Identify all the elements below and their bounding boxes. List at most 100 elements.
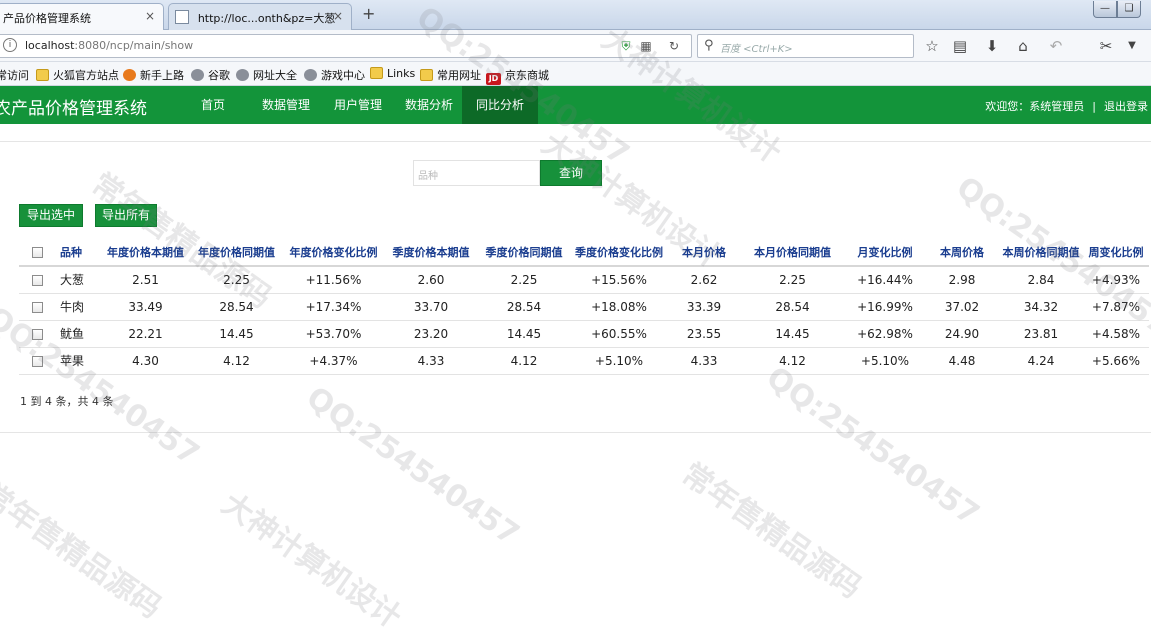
- nav-yoy-analysis[interactable]: 同比分析: [462, 86, 539, 124]
- table-row[interactable]: 牛肉 33.49 28.54 +17.34% 33.70 28.54 +18.0…: [19, 293, 1149, 321]
- select-all-checkbox[interactable]: [32, 247, 43, 258]
- column-header[interactable]: 月变化比例: [845, 239, 925, 267]
- table-cell: 4.12: [190, 347, 283, 375]
- export-selected-button[interactable]: 导出选中: [19, 204, 83, 227]
- browser-tab-active[interactable]: 产品价格管理系统 ×: [0, 3, 164, 30]
- tab-close-icon[interactable]: ×: [145, 9, 155, 23]
- column-header[interactable]: 季度价格本期值: [384, 239, 478, 267]
- bookmark-item[interactable]: 游戏中心: [304, 67, 365, 83]
- select-all-checkbox-cell: [19, 239, 56, 267]
- top-divider: [0, 141, 1151, 142]
- table-cell: 14.45: [190, 320, 283, 348]
- table-cell: +15.56%: [570, 266, 668, 294]
- table-cell: 4.33: [384, 347, 478, 375]
- row-checkbox[interactable]: [32, 328, 43, 340]
- home-icon[interactable]: ⌂: [1013, 36, 1033, 56]
- welcome-text: 欢迎您：系统管理员: [985, 100, 1085, 113]
- column-header[interactable]: 品种: [56, 239, 101, 267]
- nav-home[interactable]: 首页: [187, 86, 239, 124]
- browser-tab-strip: 产品价格管理系统 × http://loc...onth&pz=大葱 × + —…: [0, 0, 1151, 30]
- bottom-divider: [0, 432, 1151, 433]
- tab-title: 产品价格管理系统: [3, 12, 91, 25]
- site-info-icon[interactable]: i: [3, 38, 17, 52]
- menu-chevron-icon[interactable]: ▼: [1122, 36, 1142, 56]
- table-cell: 2.25: [478, 266, 570, 294]
- welcome-separator: |: [1092, 100, 1096, 113]
- bookmark-item[interactable]: 常用网址: [420, 67, 481, 83]
- column-header[interactable]: 年度价格同期值: [190, 239, 283, 267]
- firefox-icon: [123, 69, 136, 81]
- bookmark-item[interactable]: JD 京东商城: [486, 67, 549, 85]
- qr-code-icon[interactable]: ▦: [639, 39, 653, 53]
- column-header[interactable]: 季度价格变化比例: [570, 239, 668, 267]
- reload-icon[interactable]: ↻: [667, 39, 681, 53]
- search-icon: ⚲: [704, 38, 714, 53]
- bookmark-item[interactable]: 火狐官方站点: [36, 67, 119, 83]
- row-checkbox[interactable]: [32, 301, 43, 313]
- column-header[interactable]: 周变化比例: [1083, 239, 1149, 267]
- bookmark-item[interactable]: 新手上路: [123, 67, 184, 83]
- row-checkbox[interactable]: [32, 355, 43, 367]
- export-all-button[interactable]: 导出所有: [95, 204, 157, 227]
- variety-search-input[interactable]: 品种: [413, 160, 540, 186]
- column-header[interactable]: 年度价格变化比例: [283, 239, 384, 267]
- row-checkbox[interactable]: [32, 274, 43, 286]
- bookmarks-bar: 常访问 火狐官方站点 新手上路 谷歌 网址大全 游戏中心 Links 常用网址 …: [0, 62, 1151, 86]
- table-cell: 2.84: [999, 266, 1083, 294]
- window-controls: — ❑: [1093, 0, 1145, 18]
- nav-data-management[interactable]: 数据管理: [248, 86, 324, 124]
- table-cell: +7.87%: [1083, 293, 1149, 321]
- column-header[interactable]: 本月价格同期值: [740, 239, 845, 267]
- welcome-area: 欢迎您：系统管理员 | 退出登录: [985, 98, 1148, 114]
- table-row[interactable]: 大葱 2.51 2.25 +11.56% 2.60 2.25 +15.56% 2…: [19, 266, 1149, 294]
- new-tab-icon[interactable]: +: [362, 4, 375, 23]
- table-row[interactable]: 鱿鱼 22.21 14.45 +53.70% 23.20 14.45 +60.5…: [19, 320, 1149, 348]
- watermark-text: 常年售精品源码: [0, 476, 168, 626]
- table-row[interactable]: 苹果 4.30 4.12 +4.37% 4.33 4.12 +5.10% 4.3…: [19, 347, 1149, 375]
- cell-variety: 鱿鱼: [56, 320, 101, 348]
- column-header[interactable]: 季度价格同期值: [478, 239, 570, 267]
- table-cell: 2.60: [384, 266, 478, 294]
- folder-icon: [36, 69, 49, 81]
- table-cell: +16.44%: [845, 266, 925, 294]
- browser-tab-inactive[interactable]: http://loc...onth&pz=大葱 ×: [168, 3, 352, 30]
- column-header[interactable]: 本周价格同期值: [999, 239, 1083, 267]
- column-header[interactable]: 年度价格本期值: [101, 239, 190, 267]
- restore-icon[interactable]: ❑: [1117, 1, 1141, 18]
- watermark-text: 常年售精品源码: [675, 456, 868, 606]
- column-header[interactable]: 本月价格: [668, 239, 740, 267]
- query-button[interactable]: 查询: [540, 160, 602, 186]
- app-title: 农产品价格管理系统: [0, 99, 147, 119]
- bookmark-item[interactable]: Links: [370, 67, 415, 80]
- table-cell: 28.54: [478, 293, 570, 321]
- row-checkbox-cell: [19, 320, 56, 348]
- browser-search-box[interactable]: ⚲ 百度 <Ctrl+K>: [697, 34, 914, 58]
- bookmark-item[interactable]: 网址大全: [236, 67, 297, 83]
- bookmark-item[interactable]: 谷歌: [191, 67, 230, 83]
- reading-list-icon[interactable]: ▤: [950, 36, 970, 56]
- tab-close-icon[interactable]: ×: [333, 9, 343, 23]
- table-cell: +4.58%: [1083, 320, 1149, 348]
- screenshot-tool-icon[interactable]: ✂: [1096, 36, 1116, 56]
- nav-user-management[interactable]: 用户管理: [320, 86, 396, 124]
- table-cell: 4.30: [101, 347, 190, 375]
- tab-title: http://loc...onth&pz=大葱: [197, 12, 336, 25]
- column-header[interactable]: 本周价格: [925, 239, 999, 267]
- download-icon[interactable]: ⬇: [982, 36, 1002, 56]
- table-cell: +62.98%: [845, 320, 925, 348]
- nav-data-analysis[interactable]: 数据分析: [391, 86, 467, 124]
- url-path: :8080/ncp/main/show: [74, 39, 194, 52]
- watermark-text: QQ:254540457: [299, 380, 526, 553]
- address-bar[interactable]: i localhost:8080/ncp/main/show ⛨ ▦ ↻: [0, 34, 692, 58]
- table-cell: 4.33: [668, 347, 740, 375]
- logout-link[interactable]: 退出登录: [1104, 100, 1148, 113]
- bookmark-item[interactable]: 常访问: [0, 67, 29, 83]
- shield-icon[interactable]: ⛨: [619, 39, 633, 53]
- table-cell: +4.93%: [1083, 266, 1149, 294]
- back-history-icon[interactable]: ↶: [1046, 36, 1066, 56]
- address-url[interactable]: localhost:8080/ncp/main/show: [25, 39, 193, 52]
- bookmark-star-icon[interactable]: ☆: [922, 36, 942, 56]
- table-cell: 28.54: [740, 293, 845, 321]
- minimize-icon[interactable]: —: [1093, 1, 1117, 18]
- app-header: 农产品价格管理系统 首页 数据管理 用户管理 数据分析 同比分析 欢迎您：系统管…: [0, 86, 1151, 124]
